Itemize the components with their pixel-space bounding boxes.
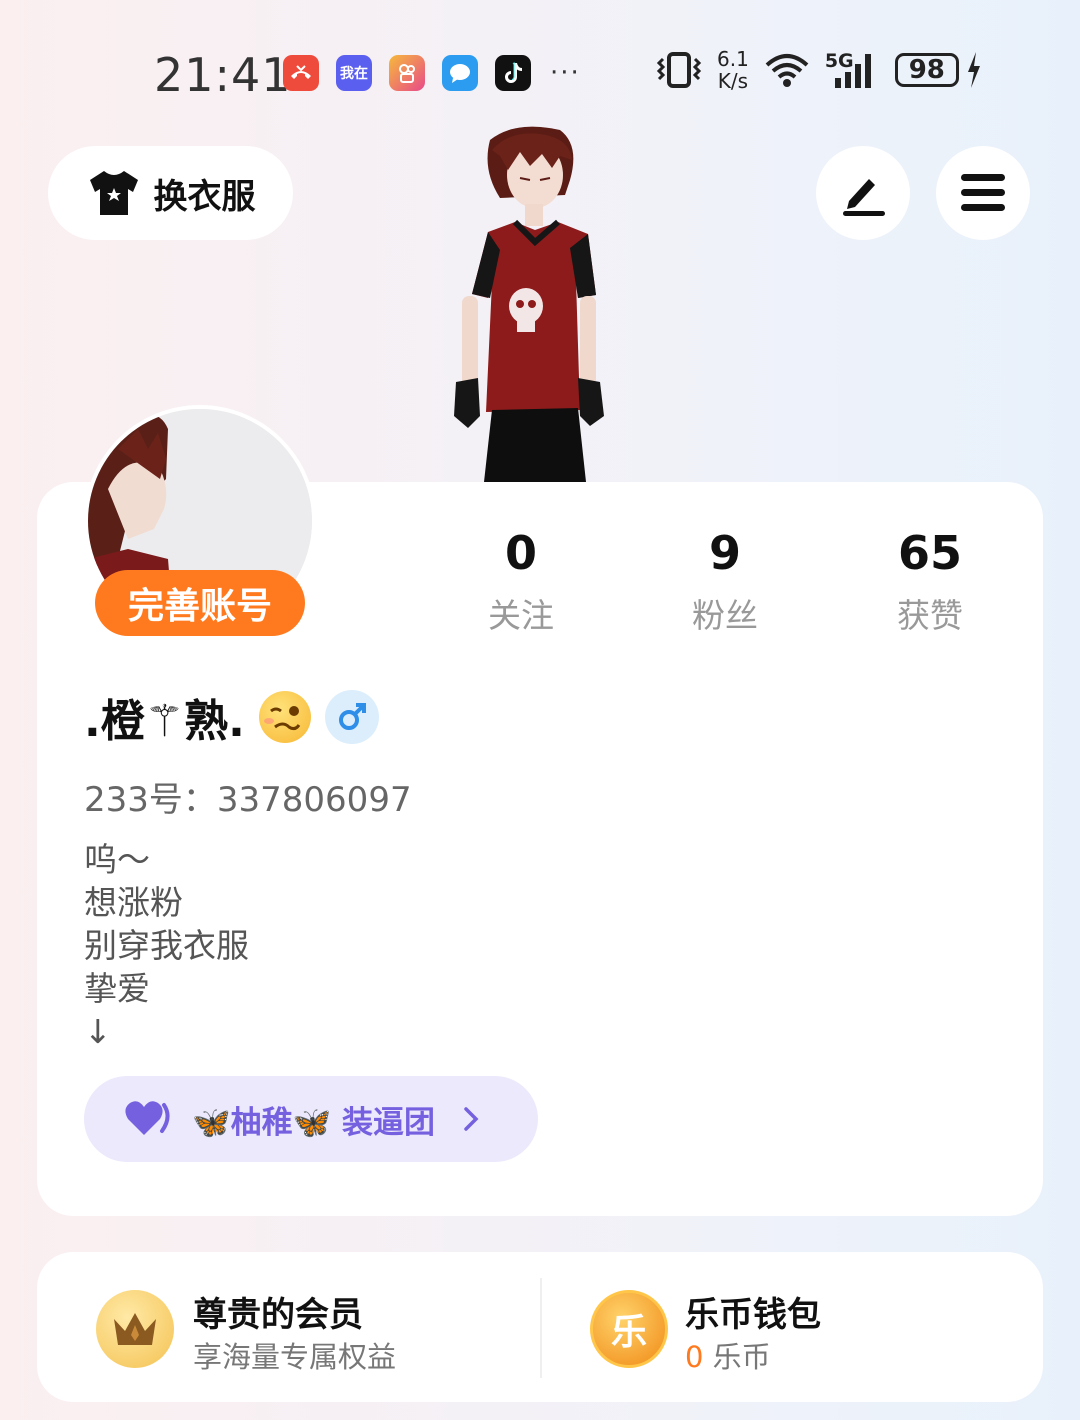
bio-line: ↓ (84, 1012, 112, 1051)
wallet-coin-icon[interactable]: 乐 (590, 1290, 668, 1368)
stat-followers[interactable]: 9 粉丝 (625, 525, 825, 637)
wallet-title[interactable]: 乐币钱包 (685, 1287, 821, 1336)
bio-line: 想涨粉 (84, 883, 183, 922)
change-outfit-label: 换衣服 (153, 176, 256, 217)
kuaishou-app-icon (389, 55, 425, 91)
likes-count: 65 (897, 526, 962, 580)
male-symbol-icon (338, 703, 366, 730)
vip-title[interactable]: 尊贵的会员 (193, 1287, 363, 1336)
fan-club-button[interactable]: 🦋柚稚🦋 装逼团 (84, 1076, 538, 1162)
tiktok-app-icon (495, 55, 531, 91)
woozy-face-emoji-icon (258, 691, 311, 743)
clock: 21:41 (154, 48, 292, 102)
change-outfit-button[interactable]: 换衣服 (48, 146, 293, 240)
following-label: 关注 (488, 596, 554, 635)
charging-icon (967, 52, 980, 88)
user-id: 233号：337806097 (84, 780, 412, 820)
vip-crown-icon[interactable] (96, 1290, 174, 1368)
bio-line: 别穿我衣服 (84, 926, 249, 965)
nickname: .橙⚚熟. (84, 696, 245, 747)
missed-call-icon (283, 55, 319, 91)
wallet-unit: 乐币 (712, 1340, 771, 1374)
stat-following[interactable]: 0 关注 (421, 525, 621, 637)
complete-account-button[interactable]: 完善账号 (95, 570, 305, 636)
wozai-app-icon: 我在 (336, 55, 372, 91)
wifi-icon (765, 54, 809, 87)
bio-line: 呜～ (84, 840, 150, 879)
pencil-icon (843, 179, 885, 216)
vip-subtitle: 享海量专属权益 (193, 1340, 397, 1374)
stat-likes[interactable]: 65 获赞 (830, 525, 1030, 637)
net-speed: 6.1 K/s (717, 47, 749, 93)
fan-club-name: 🦋柚稚🦋 装逼团 (192, 1104, 435, 1141)
avatar-character-figure[interactable] (420, 120, 640, 482)
signal-bars-icon (834, 54, 871, 88)
bio-line: 挚爱 (84, 969, 150, 1008)
gender-badge (324, 690, 379, 744)
chevron-right-icon (464, 1107, 479, 1131)
edit-profile-button[interactable] (816, 146, 910, 240)
followers-label: 粉丝 (692, 596, 758, 635)
notification-icons: 我在 ··· (283, 55, 581, 91)
menu-button[interactable] (936, 146, 1030, 240)
nickname-row: .橙⚚熟. (84, 685, 379, 749)
system-icons: 6.1 K/s 5G 98 (655, 48, 983, 92)
battery-indicator: 98 (894, 53, 959, 87)
followers-count: 9 (708, 526, 741, 580)
following-count: 0 (504, 526, 537, 580)
wallet-amount: 0 (685, 1340, 704, 1374)
cellular-signal: 5G (825, 50, 881, 90)
heart-icon (125, 1101, 170, 1135)
likes-label: 获赞 (897, 596, 963, 635)
hamburger-menu-icon (961, 174, 1005, 211)
card-divider (540, 1278, 542, 1378)
shirt-icon (89, 171, 138, 215)
more-notifications: ··· (550, 58, 581, 88)
vibrate-icon (656, 52, 702, 88)
bio: 呜～ 想涨粉 别穿我衣服 挚爱 ↓ (84, 838, 249, 1053)
wallet-balance: 0 乐币 (685, 1334, 771, 1376)
messages-app-icon (442, 55, 478, 91)
